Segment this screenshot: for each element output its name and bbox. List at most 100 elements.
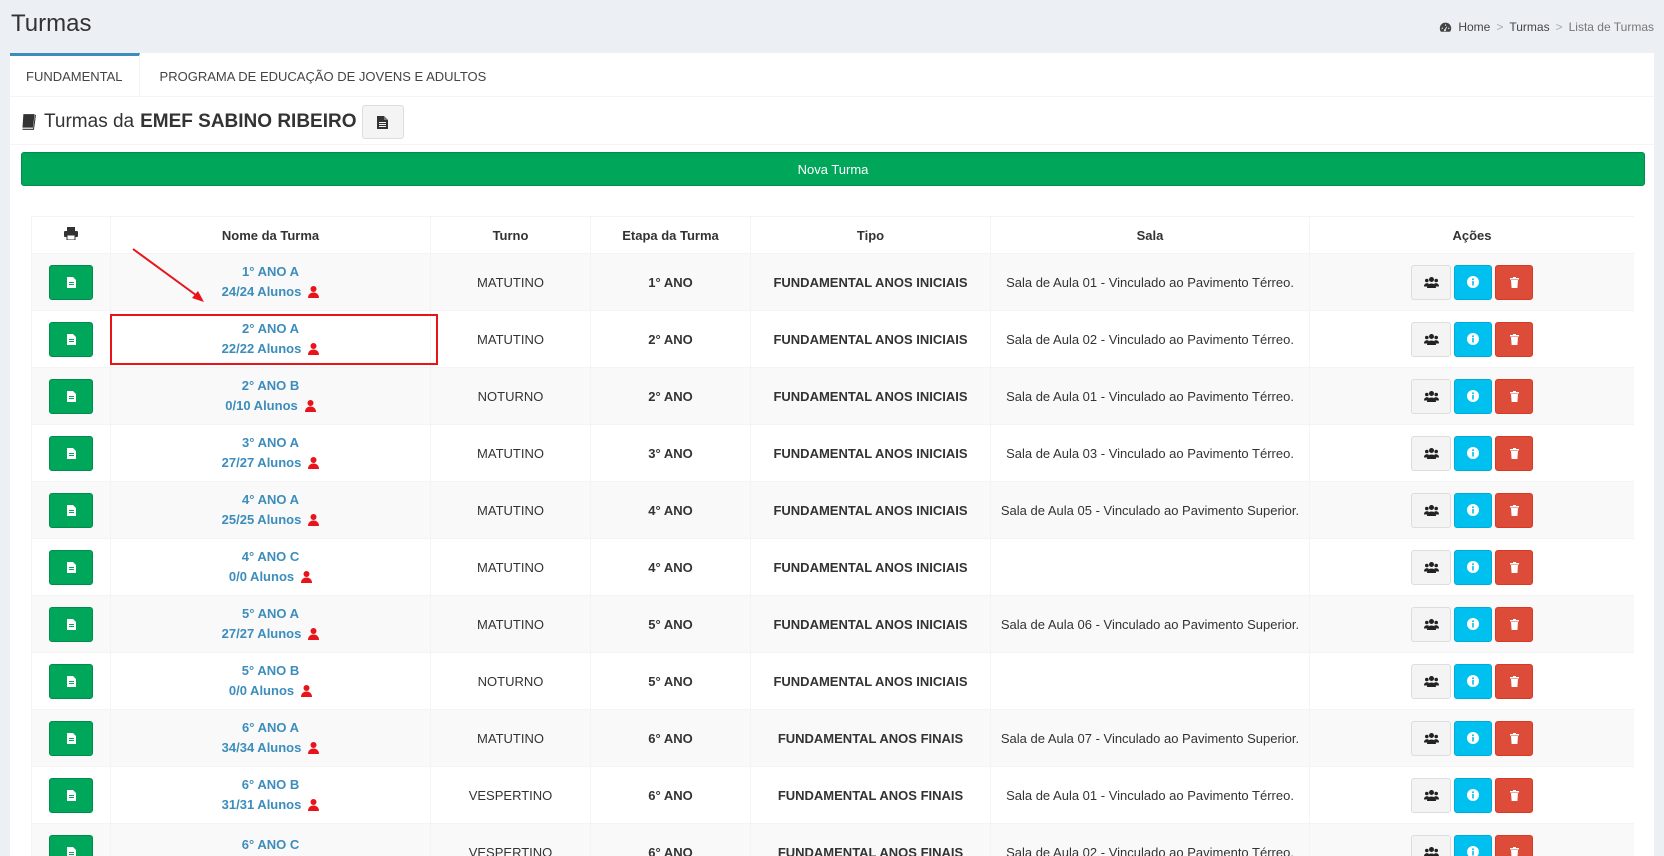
turma-name-link[interactable]: 2° ANO A — [111, 319, 430, 339]
etapa-cell: 5° ANO — [590, 595, 751, 653]
nome-cell: 1° ANO A 24/24 Alunos — [110, 253, 431, 311]
turma-name-link[interactable]: 3° ANO A — [111, 433, 430, 453]
info-button[interactable] — [1454, 663, 1492, 699]
turno-cell: VESPERTINO — [430, 823, 591, 856]
nova-turma-button[interactable]: Nova Turma — [21, 152, 1645, 186]
turma-report-button[interactable] — [49, 606, 93, 642]
students-button[interactable] — [1411, 834, 1451, 856]
info-button[interactable] — [1454, 834, 1492, 856]
user-icon — [301, 685, 313, 697]
info-button[interactable] — [1454, 777, 1492, 813]
turma-report-button[interactable] — [49, 777, 93, 813]
students-button[interactable] — [1411, 321, 1451, 357]
table-row: 4° ANO C 0/0 Alunos MATUTINO 4° ANO FUND… — [31, 538, 1634, 596]
report-cell — [31, 481, 111, 539]
turma-name-link[interactable]: 2° ANO B — [111, 376, 430, 396]
info-button[interactable] — [1454, 549, 1492, 585]
breadcrumb-home[interactable]: Home — [1458, 20, 1490, 34]
turma-name-link[interactable]: 6° ANO B — [111, 775, 430, 795]
file-text-icon — [66, 732, 76, 744]
turma-name-link[interactable]: 5° ANO B — [111, 661, 430, 681]
info-button[interactable] — [1454, 264, 1492, 300]
students-button[interactable] — [1411, 606, 1451, 642]
students-button[interactable] — [1411, 777, 1451, 813]
users-icon — [1423, 732, 1439, 744]
alunos-link[interactable]: 0/0 Alunos — [229, 567, 313, 587]
alunos-link[interactable]: 24/24 Alunos — [222, 282, 320, 302]
turma-name-link[interactable]: 4° ANO C — [111, 547, 430, 567]
students-button[interactable] — [1411, 549, 1451, 585]
turma-name-link[interactable]: 6° ANO A — [111, 718, 430, 738]
turno-cell: MATUTINO — [430, 538, 591, 596]
table-row: 6° ANO C VESPERTINO 6° ANO FUNDAMENTAL A… — [31, 823, 1634, 856]
turma-name-link[interactable]: 6° ANO C — [111, 835, 430, 855]
alunos-link[interactable]: 0/10 Alunos — [225, 396, 316, 416]
turma-report-button[interactable] — [49, 720, 93, 756]
delete-button[interactable] — [1495, 720, 1533, 756]
turma-report-button[interactable] — [49, 549, 93, 585]
user-icon — [308, 799, 320, 811]
delete-button[interactable] — [1495, 321, 1533, 357]
delete-button[interactable] — [1495, 264, 1533, 300]
info-button[interactable] — [1454, 321, 1492, 357]
info-button[interactable] — [1454, 606, 1492, 642]
alunos-link[interactable]: 22/22 Alunos — [222, 339, 320, 359]
nome-cell: 5° ANO A 27/27 Alunos — [110, 595, 431, 653]
delete-button[interactable] — [1495, 777, 1533, 813]
students-button[interactable] — [1411, 663, 1451, 699]
school-report-button[interactable] — [361, 105, 404, 139]
alunos-link[interactable]: 25/25 Alunos — [222, 510, 320, 530]
alunos-link[interactable]: 0/0 Alunos — [229, 681, 313, 701]
alunos-link[interactable]: 27/27 Alunos — [222, 453, 320, 473]
delete-button[interactable] — [1495, 834, 1533, 856]
turma-report-button[interactable] — [49, 435, 93, 471]
turma-name-link[interactable]: 1° ANO A — [111, 262, 430, 282]
tab-fundamental[interactable]: FUNDAMENTAL — [10, 53, 140, 97]
tab-eja[interactable]: PROGRAMA DE EDUCAÇÃO DE JOVENS E ADULTOS — [140, 53, 503, 97]
students-button[interactable] — [1411, 378, 1451, 414]
students-button[interactable] — [1411, 435, 1451, 471]
tipo-cell: FUNDAMENTAL ANOS INICIAIS — [750, 424, 991, 482]
report-cell — [31, 253, 111, 311]
report-cell — [31, 367, 111, 425]
delete-button[interactable] — [1495, 606, 1533, 642]
nome-cell: 4° ANO A 25/25 Alunos — [110, 481, 431, 539]
acoes-cell — [1309, 823, 1634, 856]
page-header: Turmas Home > Turmas > Lista de Turmas — [0, 0, 1664, 52]
turma-report-button[interactable] — [49, 378, 93, 414]
etapa-cell: 1° ANO — [590, 253, 751, 311]
info-button[interactable] — [1454, 435, 1492, 471]
turma-report-button[interactable] — [49, 264, 93, 300]
alunos-link[interactable]: 27/27 Alunos — [222, 624, 320, 644]
alunos-link[interactable]: 31/31 Alunos — [222, 795, 320, 815]
user-icon — [308, 742, 320, 754]
alunos-count: 25/25 Alunos — [221, 512, 302, 527]
turma-report-button[interactable] — [49, 663, 93, 699]
trash-icon — [1509, 675, 1519, 687]
delete-button[interactable] — [1495, 663, 1533, 699]
delete-button[interactable] — [1495, 378, 1533, 414]
trash-icon — [1509, 732, 1519, 744]
turma-name-link[interactable]: 4° ANO A — [111, 490, 430, 510]
breadcrumb-turmas[interactable]: Turmas — [1509, 20, 1549, 34]
turma-name-link[interactable]: 5° ANO A — [111, 604, 430, 624]
info-button[interactable] — [1454, 378, 1492, 414]
page-title: Turmas — [11, 10, 92, 37]
delete-button[interactable] — [1495, 549, 1533, 585]
file-text-icon — [377, 115, 389, 129]
turno-cell: VESPERTINO — [430, 766, 591, 824]
alunos-link[interactable]: 34/34 Alunos — [222, 738, 320, 758]
students-button[interactable] — [1411, 720, 1451, 756]
delete-button[interactable] — [1495, 435, 1533, 471]
info-button[interactable] — [1454, 492, 1492, 528]
info-button[interactable] — [1454, 720, 1492, 756]
turma-report-button[interactable] — [49, 834, 93, 856]
user-icon — [308, 286, 320, 298]
students-button[interactable] — [1411, 264, 1451, 300]
trash-icon — [1509, 618, 1519, 630]
turma-report-button[interactable] — [49, 492, 93, 528]
students-button[interactable] — [1411, 492, 1451, 528]
turma-report-button[interactable] — [49, 321, 93, 357]
sala-cell: Sala de Aula 02 - Vinculado ao Pavimento… — [990, 310, 1310, 368]
delete-button[interactable] — [1495, 492, 1533, 528]
